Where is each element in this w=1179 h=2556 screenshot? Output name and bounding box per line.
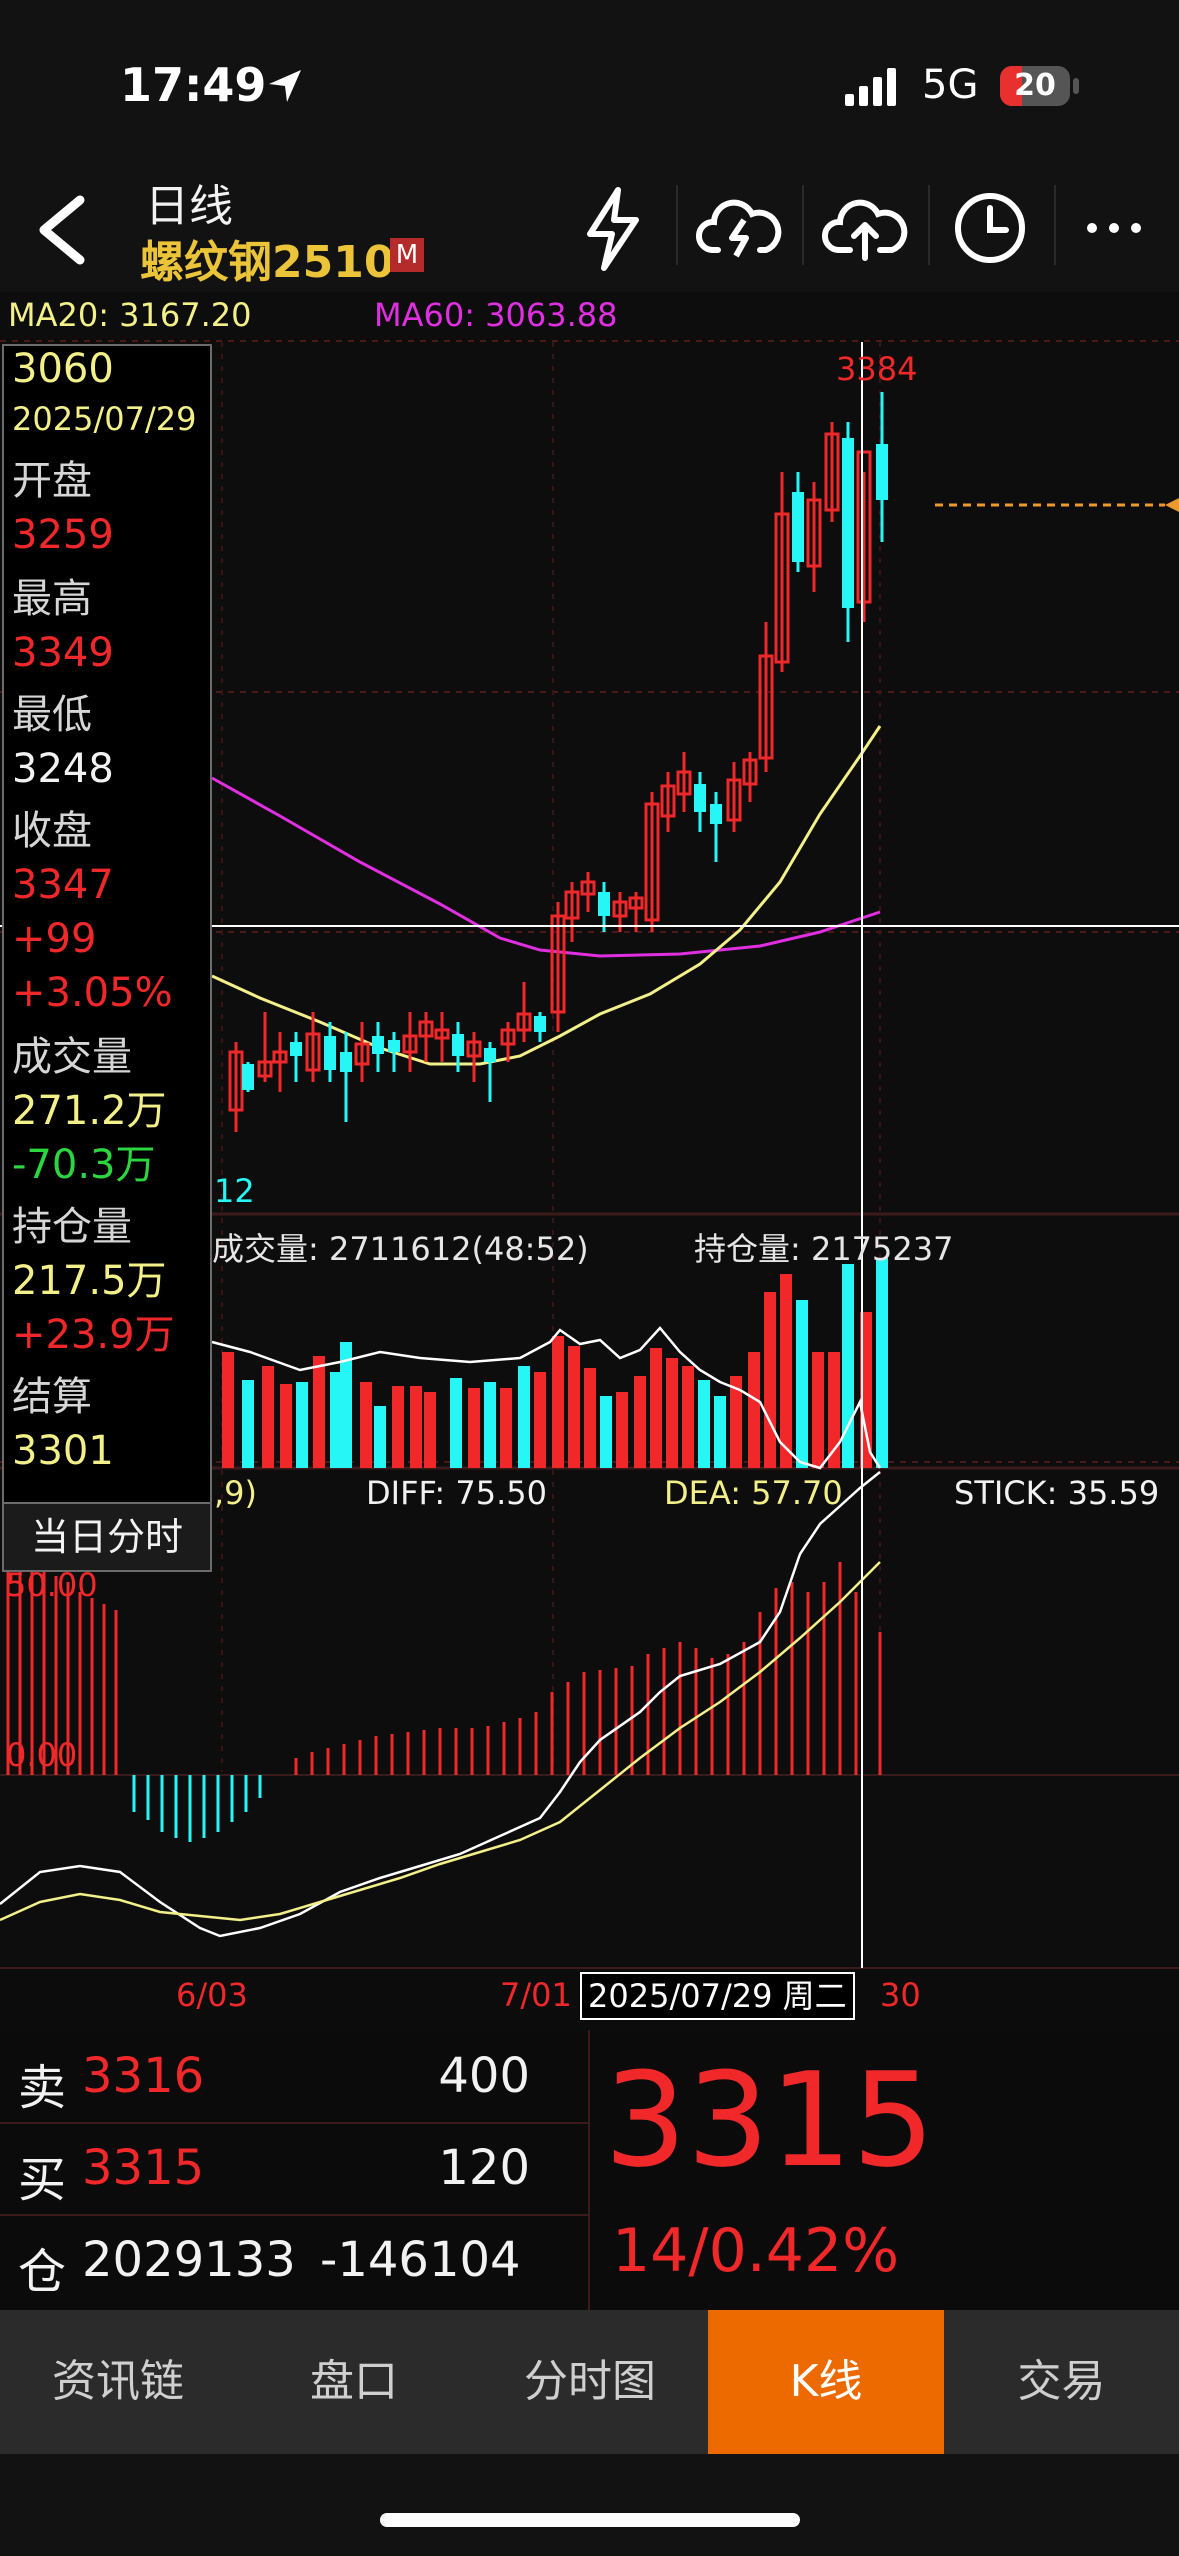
oi-value: 217.5万 [12, 1258, 167, 1304]
volume-label: 成交量 [12, 1034, 132, 1080]
header-divider [928, 185, 930, 265]
bid-label: 买 [18, 2152, 67, 2208]
location-arrow-icon [269, 70, 301, 102]
market-badge: M [390, 238, 424, 272]
x-tick-2: 7/01 [500, 1976, 572, 2014]
status-time: 17:49 [120, 58, 267, 112]
oi-change: +23.9万 [12, 1312, 175, 1358]
macd-sticks [6, 1558, 882, 1842]
signal-icon [845, 68, 896, 106]
header-divider [1054, 185, 1056, 265]
contract-name[interactable]: 螺纹钢2510 [140, 226, 394, 290]
oi-row: 仓 2029133 -146104 [0, 2214, 588, 2306]
tab-intraday-chart[interactable]: 分时图 [472, 2310, 708, 2454]
volume-value: 271.2万 [12, 1088, 167, 1134]
ask-price: 3316 [82, 2048, 205, 2104]
close-label: 收盘 [12, 808, 92, 854]
high-label: 最高 [12, 576, 92, 622]
bid-row: 买 3315 120 [0, 2122, 588, 2216]
ask-quantity: 400 [438, 2048, 530, 2104]
high-value: 3349 [12, 630, 114, 676]
oi-row-change: -146104 [320, 2232, 521, 2288]
diff-readout: DIFF: 75.50 [366, 1474, 547, 1512]
ask-row: 卖 3316 400 [0, 2030, 588, 2124]
cloud-upload-icon[interactable] [822, 192, 908, 262]
bid-quantity: 120 [438, 2140, 530, 2196]
period-label: 日线 [145, 181, 233, 232]
open-label: 开盘 [12, 458, 92, 504]
macd-level-zero: 0.00 [6, 1736, 78, 1774]
volume-readout: 成交量: 2711612(48:52) [212, 1230, 589, 1268]
open-value: 3259 [12, 512, 114, 558]
battery-cap [1073, 78, 1079, 94]
quote-divider [588, 2030, 590, 2310]
clock-icon[interactable] [952, 190, 1028, 266]
last-price: 3315 [604, 2044, 935, 2196]
home-indicator-area [0, 2454, 1179, 2556]
more-icon[interactable] [1084, 220, 1144, 236]
volume-bars [222, 1258, 888, 1468]
status-bar: 17:49 5G 20 [0, 0, 1179, 170]
back-icon[interactable] [30, 194, 90, 266]
x-tick-1: 6/03 [176, 1976, 248, 2014]
tab-trade[interactable]: 交易 [944, 2310, 1179, 2454]
header-divider [802, 185, 804, 265]
low-price-marker: 12 [214, 1172, 255, 1210]
dea-readout: DEA: 57.70 [664, 1474, 843, 1512]
network-label: 5G [922, 62, 979, 108]
price-change: 14/0.42% [612, 2216, 900, 2286]
close-value: 3347 [12, 862, 114, 908]
change-percent: +3.05% [12, 970, 173, 1016]
high-price-marker: 3384 [836, 350, 918, 388]
change-value: +99 [12, 916, 97, 962]
bottom-tab-bar: 资讯链 盘口 分时图 K线 交易 [0, 2310, 1179, 2454]
header-bar: 日线 螺纹钢2510 M [0, 170, 1179, 292]
cloud-sync-icon[interactable] [696, 192, 782, 262]
oi-label: 持仓量 [12, 1204, 132, 1250]
tab-kline[interactable]: K线 [708, 2310, 944, 2454]
oi-row-value: 2029133 [82, 2232, 296, 2288]
ask-label: 卖 [18, 2060, 67, 2116]
home-indicator[interactable] [380, 2513, 800, 2527]
open-interest-readout: 持仓量: 2175237 [694, 1230, 954, 1268]
volume-change: -70.3万 [12, 1142, 156, 1188]
low-value: 3248 [12, 746, 114, 792]
crosshair-info-panel: 3060 2025/07/29 开盘 3259 最高 3349 最低 3248 … [2, 344, 212, 1528]
candles [228, 392, 888, 1132]
cursor-date-label: 2025/07/29 周二 [580, 1972, 855, 2020]
settle-label: 结算 [12, 1374, 92, 1420]
macd-params: ,9) [214, 1474, 258, 1512]
tab-order-book[interactable]: 盘口 [236, 2310, 472, 2454]
tab-news-chain[interactable]: 资讯链 [0, 2310, 236, 2454]
battery-level: 20 [1014, 68, 1056, 103]
info-price: 3060 [12, 346, 114, 392]
stick-readout: STICK: 35.59 [954, 1474, 1160, 1512]
low-label: 最低 [12, 692, 92, 738]
info-date: 2025/07/29 [12, 400, 197, 438]
quote-panel: 卖 3316 400 买 3315 120 仓 2029133 -146104 … [0, 2030, 1179, 2310]
x-tick-3: 30 [880, 1976, 921, 2014]
intraday-button[interactable]: 当日分时 [2, 1502, 212, 1572]
flash-icon[interactable] [578, 186, 648, 272]
settle-value: 3301 [12, 1428, 114, 1474]
bid-price: 3315 [82, 2140, 205, 2196]
header-divider [676, 185, 678, 265]
battery-icon: 20 [1000, 66, 1070, 106]
oi-row-label: 仓 [18, 2244, 67, 2300]
